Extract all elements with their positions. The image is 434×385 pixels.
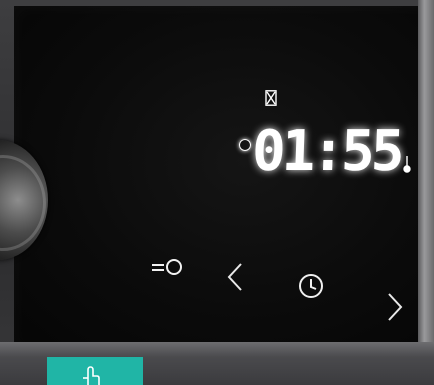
hand-pointer-icon: [83, 366, 100, 385]
time-display: 01:55: [250, 119, 402, 184]
hourglass-icon: [265, 90, 277, 106]
oven-control-panel-photo: 01:55: [0, 0, 434, 385]
key-lock-icon[interactable]: [150, 256, 188, 278]
thermometer-icon: [403, 156, 411, 173]
chevron-left-icon[interactable]: [226, 262, 244, 292]
info-icon: [239, 139, 251, 151]
metal-trim-right: [418, 0, 434, 385]
clock-icon[interactable]: [297, 272, 325, 300]
chevron-right-icon[interactable]: [386, 292, 404, 322]
